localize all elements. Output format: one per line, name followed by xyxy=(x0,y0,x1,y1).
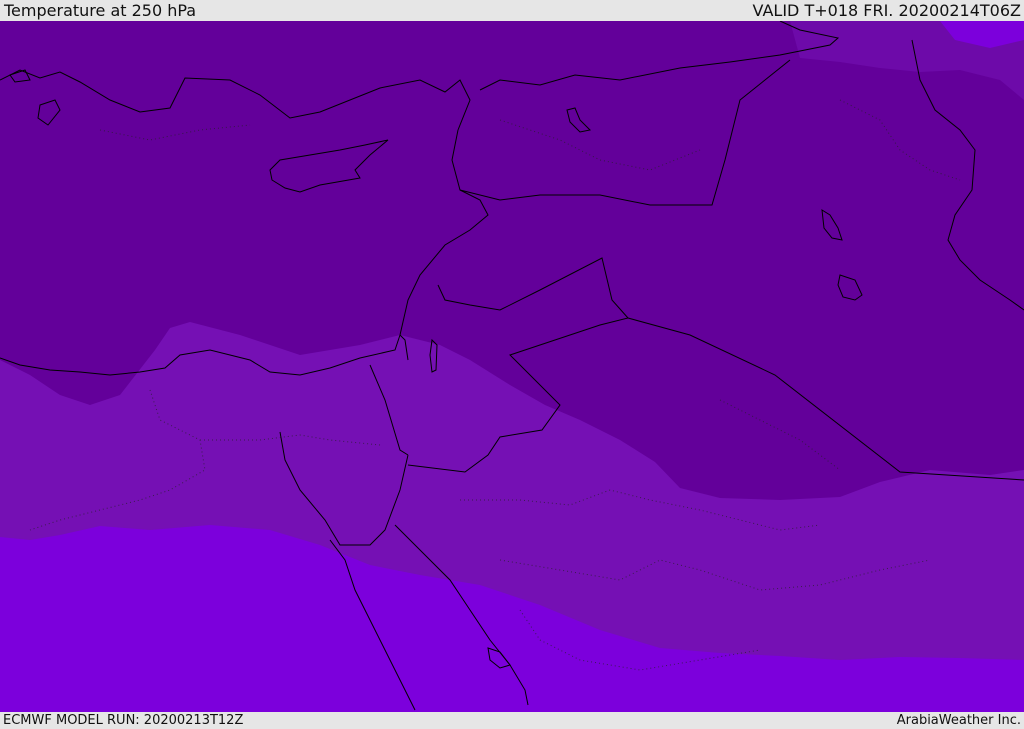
footer-bar: ECMWF MODEL RUN: 20200213T12Z ArabiaWeat… xyxy=(0,712,1024,729)
header-bar: Temperature at 250 hPa VALID T+018 FRI. … xyxy=(0,0,1024,21)
map-title: Temperature at 250 hPa xyxy=(4,1,197,20)
temperature-map xyxy=(0,21,1024,712)
credit: ArabiaWeather Inc. xyxy=(896,713,1021,728)
model-run: ECMWF MODEL RUN: 20200213T12Z xyxy=(3,713,244,728)
valid-time: VALID T+018 FRI. 20200214T06Z xyxy=(752,1,1021,20)
